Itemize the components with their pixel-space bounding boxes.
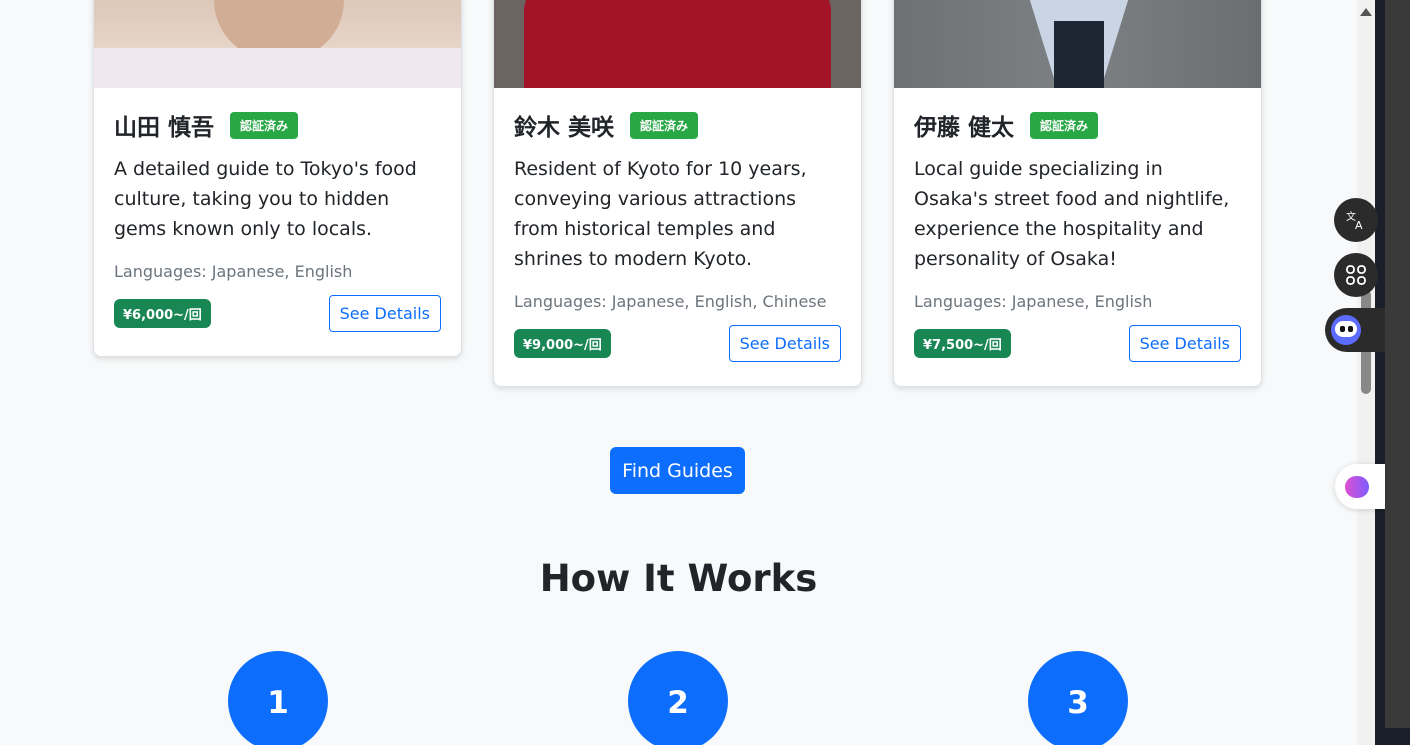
find-guides-button[interactable]: Find Guides [610, 447, 745, 494]
guide-card: 鈴木 美咲 認証済み Resident of Kyoto for 10 year… [493, 0, 862, 387]
vertical-scrollbar[interactable] [1357, 0, 1375, 745]
guide-description: Resident of Kyoto for 10 years, conveyin… [514, 158, 807, 270]
apps-grid-icon[interactable] [1334, 253, 1378, 297]
guide-name: 山田 慎吾 [114, 115, 215, 141]
brain-icon[interactable] [1335, 464, 1385, 509]
verified-badge: 認証済み [1030, 111, 1099, 139]
see-details-button[interactable]: See Details [1128, 325, 1241, 362]
guide-photo [494, 0, 861, 88]
guide-description: Local guide specializing in Osaka's stre… [914, 158, 1230, 270]
guide-photo [94, 0, 461, 88]
page: 山田 慎吾 認証済み A detailed guide to Tokyo's f… [0, 0, 1357, 745]
assistant-bot-icon[interactable] [1325, 308, 1385, 352]
see-details-button[interactable]: See Details [328, 295, 441, 332]
how-it-works-title: How It Works [539, 557, 818, 600]
verified-badge: 認証済み [630, 111, 699, 139]
svg-text:A: A [1355, 219, 1363, 231]
step-number: 1 [228, 651, 328, 745]
price-badge: ¥6,000~/回 [114, 299, 211, 328]
guide-description: A detailed guide to Tokyo's food culture… [114, 158, 417, 240]
see-details-button[interactable]: See Details [728, 325, 841, 362]
price-badge: ¥7,500~/回 [914, 329, 1011, 358]
scroll-up-arrow-icon[interactable] [1360, 8, 1372, 16]
step-number: 2 [628, 651, 728, 745]
guide-languages: Languages: Japanese, English [914, 292, 1153, 311]
guide-name: 伊藤 健太 [914, 115, 1015, 141]
price-badge: ¥9,000~/回 [514, 329, 611, 358]
guide-name: 鈴木 美咲 [514, 115, 615, 141]
guide-languages: Languages: Japanese, English [114, 262, 353, 281]
side-panel-edge [1375, 0, 1410, 745]
translate-icon[interactable]: 文 A [1334, 198, 1378, 242]
verified-badge: 認証済み [230, 111, 299, 139]
guide-card: 山田 慎吾 認証済み A detailed guide to Tokyo's f… [93, 0, 462, 357]
guide-photo [894, 0, 1261, 88]
guide-card: 伊藤 健太 認証済み Local guide specializing in O… [893, 0, 1262, 387]
step-number: 3 [1028, 651, 1128, 745]
guide-languages: Languages: Japanese, English, Chinese [514, 292, 827, 311]
